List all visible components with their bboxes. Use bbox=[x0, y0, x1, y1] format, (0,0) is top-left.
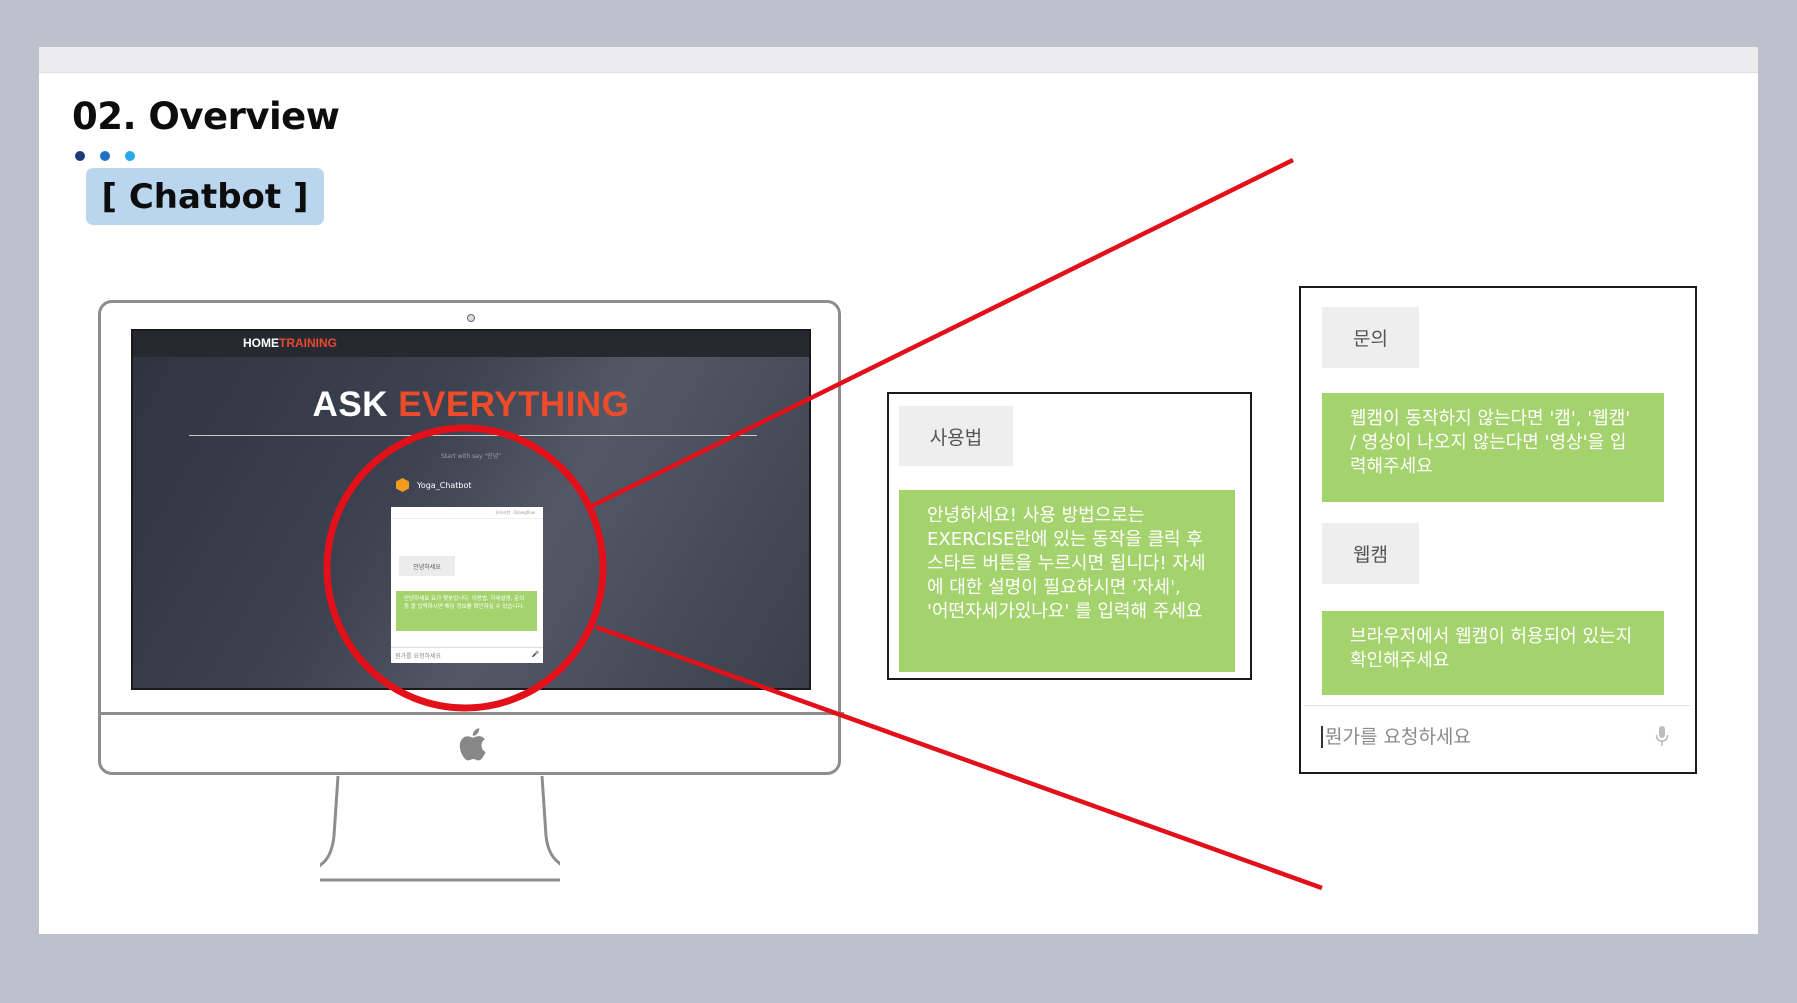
usage-question-button[interactable]: 사용법 bbox=[899, 406, 1013, 466]
dot-icon bbox=[75, 151, 85, 161]
chat-panel-inquiry: 문의 웹캠이 동작하지 않는다면 '캠', '웹캠' / 영상이 나오지 않는다… bbox=[1299, 286, 1697, 774]
camera-icon bbox=[467, 314, 475, 322]
hero-divider bbox=[189, 435, 757, 436]
imac-mockup: HOMETRAINING ASK EVERYTHING Start with s… bbox=[98, 300, 844, 930]
mini-chat-window: 유의사항 · Dialogflow 안녕하세요 안녕하세요 요가 챗봇입니다. … bbox=[391, 507, 543, 663]
brand-home: HOME bbox=[243, 336, 279, 350]
decorative-dots bbox=[75, 151, 135, 161]
inquiry-answer-message: 웹캠이 동작하지 않는다면 '캠', '웹캠' / 영상이 나오지 않는다면 '… bbox=[1322, 393, 1664, 502]
slide: 02. Overview [ Chatbot ] HOMETRAINING AS… bbox=[39, 47, 1758, 934]
cube-icon bbox=[396, 478, 409, 492]
section-tag: [ Chatbot ] bbox=[86, 168, 324, 225]
hero-ask: ASK bbox=[312, 385, 388, 424]
mini-input-placeholder: 뭔가를 요청하세요 bbox=[395, 653, 442, 660]
webcam-question-button[interactable]: 웹캠 bbox=[1322, 523, 1419, 584]
dot-icon bbox=[100, 151, 110, 161]
slide-top-bar bbox=[39, 47, 1758, 73]
brand-training: TRAINING bbox=[279, 336, 337, 350]
monitor-screen: HOMETRAINING ASK EVERYTHING Start with s… bbox=[131, 329, 811, 690]
mini-bot-message: 안녕하세요 요가 챗봇입니다. 이용법, 자세설명, 문의 등 을 입력하시면 … bbox=[396, 591, 537, 631]
page-title: 02. Overview bbox=[72, 95, 340, 138]
site-nav: HOMETRAINING bbox=[133, 331, 809, 357]
chatbot-header: Yoga_Chatbot bbox=[396, 478, 472, 492]
webcam-answer-message: 브라우저에서 웹캠이 허용되어 있는지 확인해주세요 bbox=[1322, 611, 1664, 695]
chat-panel-usage: 사용법 안녕하세요! 사용 방법으로는 EXERCISE란에 있는 동작을 클릭… bbox=[887, 392, 1252, 680]
start-hint: Start with say "안녕" bbox=[440, 453, 502, 460]
hero-everything: EVERYTHING bbox=[398, 385, 630, 424]
mini-suggestion-button[interactable]: 안녕하세요 bbox=[399, 556, 455, 576]
chat-input[interactable]: 뭔가를 요청하세요 bbox=[1304, 705, 1690, 768]
mini-chat-input[interactable]: 뭔가를 요청하세요 🎤 bbox=[391, 647, 543, 663]
chat-input-placeholder: 뭔가를 요청하세요 bbox=[1321, 726, 1471, 748]
inquiry-question-button[interactable]: 문의 bbox=[1322, 307, 1419, 368]
dot-icon bbox=[125, 151, 135, 161]
mini-chat-topbar: 유의사항 · Dialogflow bbox=[391, 507, 543, 519]
bot-name: Yoga_Chatbot bbox=[417, 480, 472, 490]
monitor-stand bbox=[320, 775, 560, 882]
monitor-chin-divider bbox=[101, 712, 844, 715]
usage-answer-message: 안녕하세요! 사용 방법으로는 EXERCISE란에 있는 동작을 클릭 후 스… bbox=[899, 490, 1235, 672]
site-logo[interactable]: HOMETRAINING bbox=[243, 336, 337, 350]
apple-logo-icon bbox=[459, 728, 486, 761]
monitor-body: HOMETRAINING ASK EVERYTHING Start with s… bbox=[98, 300, 844, 775]
mic-icon[interactable] bbox=[1654, 724, 1670, 748]
hero-heading: ASK EVERYTHING bbox=[133, 385, 809, 425]
mic-icon[interactable]: 🎤 bbox=[532, 651, 539, 660]
